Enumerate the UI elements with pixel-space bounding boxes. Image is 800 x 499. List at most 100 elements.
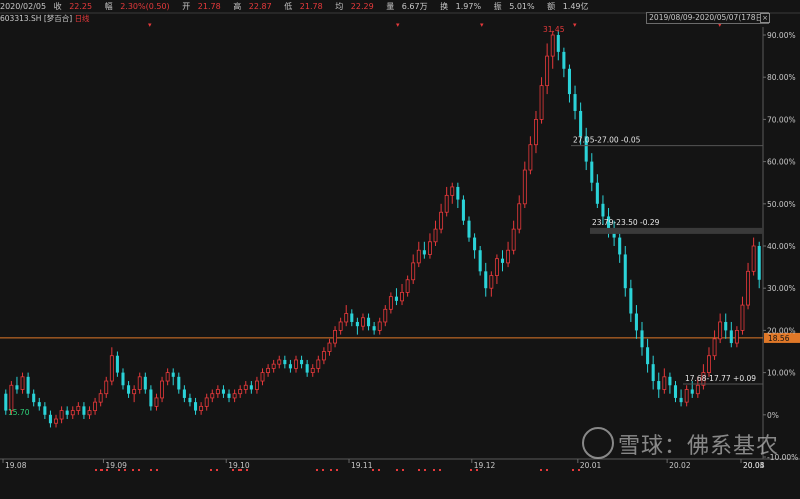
candle-up — [238, 389, 243, 395]
candle-up — [277, 359, 282, 365]
candle-up — [405, 279, 410, 293]
turnover-label: 换 — [440, 2, 449, 11]
candle-down — [601, 203, 605, 217]
change-label: 幅 — [104, 2, 113, 11]
candle-up — [294, 359, 298, 369]
candle-down — [690, 389, 694, 394]
candle-down — [646, 347, 650, 365]
candle-down — [473, 237, 477, 251]
candle-up — [59, 410, 64, 420]
candle-up — [344, 313, 349, 323]
candle-up — [400, 292, 404, 302]
open-value: 21.78 — [197, 2, 221, 11]
event-marker — [216, 469, 218, 471]
annotation-label: 31.45 — [543, 25, 565, 34]
event-marker — [418, 469, 420, 471]
candle-down — [15, 385, 19, 390]
candle-down — [478, 250, 482, 272]
event-marker — [424, 469, 426, 471]
event-marker — [470, 469, 472, 471]
candle-down — [121, 372, 125, 386]
close-icon[interactable]: × — [760, 13, 770, 23]
candle-down — [640, 330, 644, 348]
candle-down — [567, 68, 571, 95]
candle-down — [394, 296, 398, 301]
candle-up — [506, 249, 511, 264]
y-tick-label: 0% — [767, 411, 779, 420]
candle-up — [428, 241, 432, 255]
annotation-label: 23.79-23.50 -0.29 — [592, 218, 660, 227]
event-marker — [150, 469, 152, 471]
candle-up — [9, 384, 14, 411]
candle-up — [20, 376, 25, 390]
candle-down — [673, 385, 678, 398]
event-marker — [322, 469, 324, 471]
amplitude-label: 振 — [493, 2, 502, 11]
candle-up — [695, 384, 700, 395]
x-tick-label: 19.08 — [5, 461, 27, 470]
candle-down — [724, 321, 728, 331]
candle-up — [271, 363, 276, 369]
candlestick-chart: 90.00% 80.00% 70.00% 60.00% 50.00% 40.00% 30.0… — [0, 12, 800, 471]
candle-down — [679, 397, 683, 403]
open-label: 开 — [182, 2, 191, 11]
period-label[interactable]: 日线 — [75, 14, 90, 23]
candle-up — [450, 186, 455, 196]
candle-up — [539, 85, 544, 120]
candle-up — [411, 262, 416, 281]
candle-up — [132, 389, 137, 395]
date-range-label: 2019/08/09-2020/05/07(178日) — [646, 12, 769, 24]
candle-up — [511, 228, 516, 251]
candle-up — [254, 380, 259, 390]
y-tick-label: 70.00% — [767, 115, 796, 124]
y-axis: 90.00% 80.00% 70.00% 60.00% 50.00% 40.00% 30.0… — [767, 31, 798, 462]
candle-down — [562, 51, 566, 69]
candle-up — [210, 393, 215, 399]
candle-up — [528, 144, 533, 171]
candle-up — [76, 405, 81, 411]
event-marker — [336, 469, 338, 471]
candle-down — [484, 271, 488, 289]
x-tick-label: 19.11 — [351, 461, 373, 470]
candle-down — [350, 313, 354, 322]
x-tick-label: 20.05 — [743, 461, 765, 470]
event-marker — [238, 469, 240, 471]
candle-down — [37, 402, 41, 407]
candle-up — [160, 380, 164, 399]
event-marker — [540, 469, 542, 471]
y-tick-label: 90.00% — [767, 31, 796, 40]
y-tick-label: 10.00% — [767, 369, 796, 378]
candle-up — [545, 55, 550, 87]
high-value: 22.87 — [248, 2, 272, 11]
candle-down — [668, 376, 672, 386]
candle-down — [573, 94, 577, 111]
candle-down — [43, 406, 47, 415]
candle-up — [232, 393, 237, 399]
x-axis: 19.08 19.09 19.10 19.11 19.12 20.01 20.02 20.03… — [5, 461, 765, 470]
candle-up — [338, 321, 343, 331]
candle-down — [171, 372, 175, 377]
candle-down — [188, 397, 192, 403]
candle-up — [712, 338, 717, 357]
candle-down — [26, 376, 30, 394]
turnover-value: 1.97% — [455, 2, 482, 11]
candle-down — [82, 406, 86, 415]
top-marker: ▾ — [396, 21, 400, 29]
candle-down — [456, 186, 460, 200]
volume-value: 6.67万 — [401, 2, 428, 11]
candle-up — [388, 296, 393, 310]
avg-value: 22.29 — [350, 2, 374, 11]
candle-down — [32, 393, 36, 403]
candle-up — [109, 355, 114, 382]
high-label: 高 — [233, 2, 242, 11]
candle-up — [489, 275, 494, 289]
y-tick-label: 80.00% — [767, 73, 796, 82]
candle-up — [361, 317, 365, 327]
event-marker — [210, 469, 212, 471]
event-marker — [106, 469, 108, 471]
event-marker — [476, 469, 478, 471]
annotation-label: 27.05-27.00 -0.05 — [573, 136, 641, 145]
candle-up — [494, 258, 499, 276]
y-tick-label: 50.00% — [767, 200, 796, 209]
annotation-label: 15.70 — [8, 408, 30, 417]
